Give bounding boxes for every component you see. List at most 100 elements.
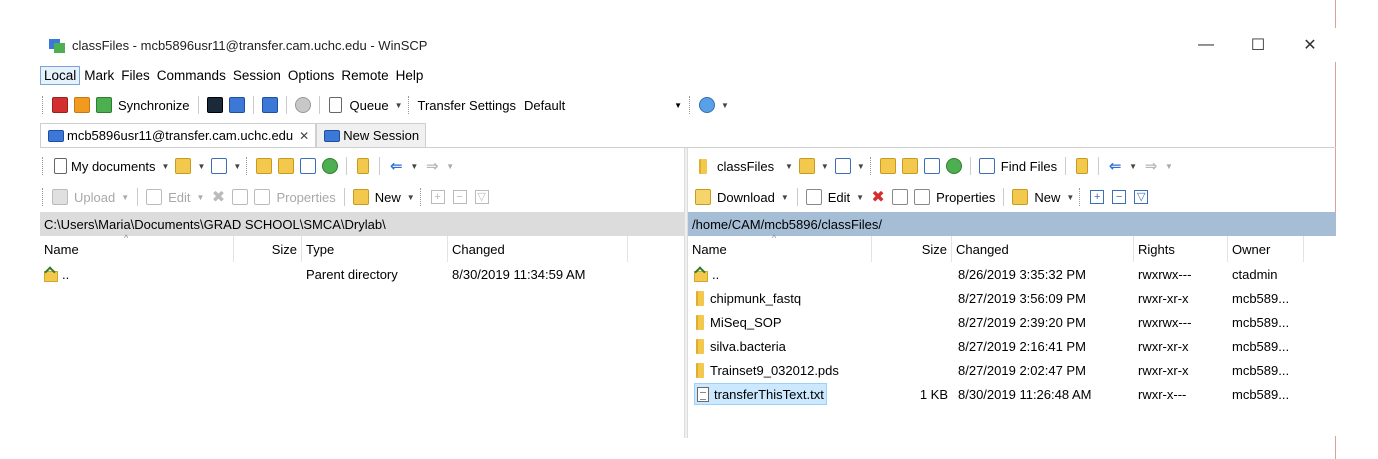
- unselect-icon[interactable]: −: [1109, 187, 1129, 207]
- find-files-button[interactable]: Find Files: [1001, 159, 1057, 174]
- maximize-button[interactable]: ☐: [1232, 28, 1284, 62]
- chevron-down-icon[interactable]: ▼: [1165, 162, 1173, 171]
- filter-select-icon[interactable]: ▽: [472, 187, 492, 207]
- table-row[interactable]: chipmunk_fastq 8/27/2019 3:56:09 PM rwxr…: [688, 286, 1336, 310]
- synchronize-icon[interactable]: [94, 95, 114, 115]
- compare-directories-icon[interactable]: [50, 95, 70, 115]
- chevron-down-icon[interactable]: ▼: [856, 193, 864, 202]
- globe-icon[interactable]: [697, 95, 717, 115]
- menu-commands[interactable]: Commands: [154, 67, 229, 84]
- synchronize-browsing-icon[interactable]: [72, 95, 92, 115]
- menu-local[interactable]: Local: [40, 65, 81, 85]
- new-icon[interactable]: [351, 187, 371, 207]
- chevron-down-icon[interactable]: ▼: [785, 162, 793, 171]
- close-icon[interactable]: ✕: [299, 129, 309, 143]
- chevron-down-icon[interactable]: ▼: [721, 101, 729, 110]
- table-row[interactable]: silva.bacteria 8/27/2019 2:16:41 PM rwxr…: [688, 334, 1336, 358]
- queue-button[interactable]: Queue: [350, 98, 389, 113]
- refresh-icon[interactable]: [944, 156, 964, 176]
- chevron-down-icon[interactable]: ▼: [781, 193, 789, 202]
- right-path-bar[interactable]: /home/CAM/mcb5896/classFiles/: [688, 212, 1336, 236]
- preferences-gear-icon[interactable]: [293, 95, 313, 115]
- refresh-icon[interactable]: [320, 156, 340, 176]
- menu-mark[interactable]: Mark: [81, 67, 117, 84]
- download-button[interactable]: Download: [717, 190, 775, 205]
- properties-button[interactable]: Properties: [276, 190, 335, 205]
- toolbar-grip[interactable]: [419, 188, 423, 206]
- chevron-down-icon[interactable]: ▼: [1129, 162, 1137, 171]
- chevron-down-icon[interactable]: ▼: [395, 101, 403, 110]
- col-changed-header[interactable]: Changed: [448, 236, 628, 262]
- chevron-down-icon[interactable]: ▼: [446, 162, 454, 171]
- toolbar-grip[interactable]: [42, 188, 45, 206]
- chevron-down-icon[interactable]: ▼: [197, 193, 205, 202]
- menu-session[interactable]: Session: [230, 67, 284, 84]
- tab-session[interactable]: mcb5896usr11@transfer.cam.uchc.edu ✕: [40, 123, 317, 147]
- filter-icon[interactable]: [209, 156, 229, 176]
- upload-button[interactable]: Upload: [74, 190, 115, 205]
- table-row[interactable]: .. 8/26/2019 3:35:32 PM rwxrwx--- ctadmi…: [688, 262, 1336, 286]
- forward-icon[interactable]: ⇒: [1141, 156, 1161, 176]
- col-type-header[interactable]: Type: [302, 236, 448, 262]
- parent-directory-icon[interactable]: [878, 156, 898, 176]
- open-folder-icon[interactable]: [797, 156, 817, 176]
- edit-button[interactable]: Edit: [168, 190, 190, 205]
- properties-icon[interactable]: [252, 187, 272, 207]
- find-files-icon[interactable]: [977, 156, 997, 176]
- menu-files[interactable]: Files: [118, 67, 153, 84]
- back-icon[interactable]: ⇐: [1105, 156, 1125, 176]
- chevron-down-icon[interactable]: ▼: [857, 162, 865, 171]
- delete-icon[interactable]: ✖: [208, 187, 228, 207]
- terminal-icon[interactable]: [205, 95, 225, 115]
- edit-button[interactable]: Edit: [828, 190, 850, 205]
- new-icon[interactable]: [1010, 187, 1030, 207]
- edit-icon[interactable]: [144, 187, 164, 207]
- parent-directory-icon[interactable]: [254, 156, 274, 176]
- chevron-down-icon[interactable]: ▼: [162, 162, 170, 171]
- left-path-bar[interactable]: C:\Users\Maria\Documents\GRAD SCHOOL\SMC…: [40, 212, 684, 236]
- close-button[interactable]: ✕: [1284, 28, 1336, 62]
- upload-icon[interactable]: [50, 187, 70, 207]
- toolbar-grip[interactable]: [246, 157, 249, 175]
- properties-button[interactable]: Properties: [936, 190, 995, 205]
- tree-icon[interactable]: [1072, 156, 1092, 176]
- selected-file[interactable]: transferThisText.txt: [694, 383, 827, 405]
- home-icon[interactable]: [922, 156, 942, 176]
- root-directory-icon[interactable]: [900, 156, 920, 176]
- back-icon[interactable]: ⇐: [386, 156, 406, 176]
- toolbar-grip[interactable]: [869, 157, 873, 175]
- unselect-icon[interactable]: −: [450, 187, 470, 207]
- chevron-down-icon[interactable]: ▼: [407, 193, 415, 202]
- chevron-down-icon[interactable]: ▼: [233, 162, 241, 171]
- col-name-header[interactable]: Name ^: [688, 233, 872, 262]
- left-location-select[interactable]: My documents: [71, 159, 156, 174]
- menu-options[interactable]: Options: [285, 67, 338, 84]
- sessions-icon[interactable]: [260, 95, 280, 115]
- chevron-down-icon[interactable]: ▼: [197, 162, 205, 171]
- menu-help[interactable]: Help: [393, 67, 427, 84]
- select-all-icon[interactable]: +: [428, 187, 448, 207]
- col-owner-header[interactable]: Owner: [1228, 236, 1304, 262]
- tree-icon[interactable]: [353, 156, 373, 176]
- toolbar-grip[interactable]: [689, 96, 692, 114]
- rename-icon[interactable]: [890, 187, 910, 207]
- root-directory-icon[interactable]: [276, 156, 296, 176]
- col-changed-header[interactable]: Changed: [952, 236, 1134, 262]
- chevron-down-icon[interactable]: ▼: [121, 193, 129, 202]
- menu-remote[interactable]: Remote: [338, 67, 391, 84]
- putty-icon[interactable]: [227, 95, 247, 115]
- toolbar-grip[interactable]: [42, 157, 45, 175]
- synchronize-button[interactable]: Synchronize: [118, 98, 190, 113]
- queue-icon[interactable]: [326, 95, 346, 115]
- home-icon[interactable]: [298, 156, 318, 176]
- table-row-selected[interactable]: transferThisText.txt 1 KB 8/30/2019 11:2…: [688, 382, 1336, 406]
- col-rights-header[interactable]: Rights: [1134, 236, 1228, 262]
- right-location-select[interactable]: classFiles: [717, 159, 779, 174]
- toolbar-grip[interactable]: [42, 96, 45, 114]
- select-all-icon[interactable]: +: [1087, 187, 1107, 207]
- new-button[interactable]: New: [375, 190, 401, 205]
- open-folder-icon[interactable]: [173, 156, 193, 176]
- properties-icon[interactable]: [912, 187, 932, 207]
- download-icon[interactable]: [693, 187, 713, 207]
- new-button[interactable]: New: [1034, 190, 1060, 205]
